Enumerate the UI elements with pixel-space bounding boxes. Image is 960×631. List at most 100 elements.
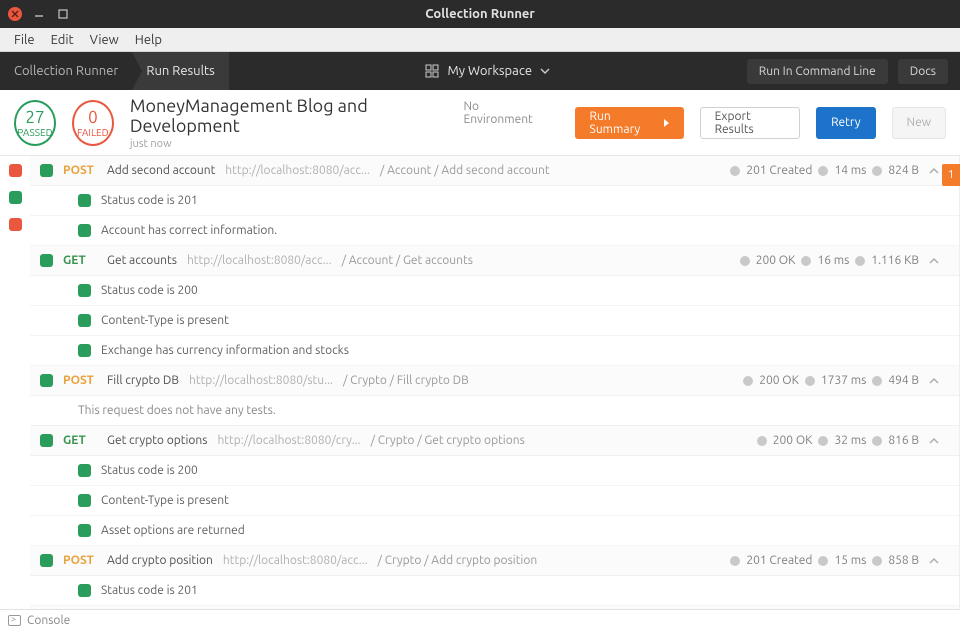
request-path: / Crypto / Add crypto position [378, 554, 721, 567]
test-name: Status code is 200 [101, 464, 198, 477]
run-summary-label: Run Summary [590, 110, 656, 136]
request-path: / Crypto / Get crypto options [371, 434, 747, 447]
meta-dot-icon [805, 376, 815, 386]
run-summary-header: 27 PASSED 0 FAILED MoneyManagement Blog … [0, 90, 960, 156]
status-square-icon [40, 164, 53, 177]
test-row: Status code is 200 [30, 276, 959, 306]
request-meta: 200 OK32 ms816 B [757, 434, 919, 447]
status-square-icon [78, 584, 91, 597]
maximize-icon[interactable] [56, 7, 70, 21]
menu-edit[interactable]: Edit [43, 33, 82, 47]
test-name: Content-Type is present [101, 494, 229, 507]
test-row: Status code is 201 [30, 186, 959, 216]
request-name: Get accounts [107, 254, 177, 267]
new-button[interactable]: New [892, 107, 947, 139]
collapse-toggle[interactable] [929, 256, 949, 266]
iteration-rail [0, 156, 30, 609]
request-path: / Account / Get accounts [342, 254, 730, 267]
test-name: Asset options are returned [101, 524, 245, 537]
workspace-selector[interactable]: My Workspace [229, 64, 747, 78]
no-tests-message: This request does not have any tests. [30, 396, 959, 426]
request-name: Get crypto options [107, 434, 207, 447]
status-square-icon [40, 434, 53, 447]
request-row[interactable]: POST Add crypto position http://localhost:… [30, 546, 959, 576]
request-meta: 200 OK1737 ms494 B [743, 374, 919, 387]
meta-dot-icon [872, 376, 882, 386]
request-name: Add second account [107, 164, 215, 177]
status-square-icon [78, 224, 91, 237]
collapse-toggle[interactable] [929, 556, 949, 566]
top-nav: Collection Runner Run Results My Workspa… [0, 52, 960, 90]
iteration-marker[interactable] [9, 164, 22, 177]
console-footer[interactable]: Console [0, 609, 960, 631]
test-row: Status code is 201 [30, 576, 959, 606]
http-method: POST [63, 554, 97, 567]
iteration-marker[interactable] [9, 218, 22, 231]
breadcrumb-runner[interactable]: Collection Runner [0, 52, 132, 90]
retry-button[interactable]: Retry [816, 107, 875, 139]
os-titlebar: Collection Runner [0, 0, 960, 28]
run-commandline-button[interactable]: Run In Command Line [747, 59, 888, 84]
request-row[interactable]: GETGet accountshttp://localhost:8080/acc… [30, 246, 959, 276]
status-square-icon [78, 524, 91, 537]
meta-dot-icon [818, 166, 828, 176]
meta-dot-icon [872, 166, 882, 176]
iteration-side-tab[interactable]: 1 [942, 164, 960, 186]
http-method: GET [63, 434, 97, 447]
status-square-icon [40, 254, 53, 267]
menu-view[interactable]: View [82, 33, 127, 47]
export-results-button[interactable]: Export Results [700, 107, 801, 139]
meta-dot-icon [801, 256, 811, 266]
status-square-icon [78, 464, 91, 477]
test-row: Exchange has currency information and st… [30, 336, 959, 366]
menu-file[interactable]: File [6, 33, 43, 47]
request-row[interactable]: POSTFill crypto DBhttp://localhost:8080/… [30, 366, 959, 396]
results-panel: POST Add second account http://localhost:8… [30, 156, 960, 609]
request-path: / Account / Add second account [380, 164, 720, 177]
failed-count: 0 [88, 108, 98, 127]
chevron-down-icon [540, 66, 550, 76]
test-row: Asset options are returned [30, 516, 959, 546]
failed-label: FAILED [77, 127, 109, 138]
passed-counter: 27 PASSED [14, 100, 56, 146]
iteration-marker[interactable] [9, 191, 22, 204]
passed-count: 27 [25, 108, 44, 127]
request-meta: 201 Created14 ms824 B [730, 164, 919, 177]
meta-dot-icon [855, 256, 865, 266]
meta-dot-icon [730, 556, 740, 566]
meta-dot-icon [757, 436, 767, 446]
arrow-right-icon [664, 119, 669, 127]
minimize-icon[interactable] [32, 7, 46, 21]
http-method: POST [63, 164, 97, 177]
request-url: http://localhost:8080/cry... [217, 434, 360, 447]
test-name: Exchange has currency information and st… [101, 344, 349, 357]
collapse-toggle[interactable] [929, 376, 949, 386]
request-meta: 201 Created15 ms858 B [730, 554, 919, 567]
request-url: http://localhost:8080/stu... [189, 374, 333, 387]
request-row[interactable]: GET Get crypto options http://localhost:80… [30, 426, 959, 456]
workspace-icon [425, 64, 439, 78]
request-row[interactable]: POSTAdd second accounthttp://localhost:8… [30, 156, 959, 186]
meta-dot-icon [872, 436, 882, 446]
collapse-toggle[interactable] [929, 436, 949, 446]
environment-label: No Environment [463, 100, 542, 126]
meta-dot-icon [872, 556, 882, 566]
close-icon[interactable] [8, 7, 22, 21]
run-summary-button[interactable]: Run Summary [575, 107, 684, 139]
breadcrumb-results[interactable]: Run Results [132, 52, 228, 90]
docs-button[interactable]: Docs [898, 59, 948, 84]
run-time: just now [130, 138, 448, 150]
request-name: Fill crypto DB [107, 374, 179, 387]
run-name: MoneyManagement Blog and Development [130, 96, 448, 136]
test-row: Content-Type is present [30, 306, 959, 336]
app-menubar: File Edit View Help [0, 28, 960, 52]
test-name: Content-Type is present [101, 314, 229, 327]
window-title: Collection Runner [0, 7, 960, 21]
request-name: Add crypto position [107, 554, 213, 567]
meta-dot-icon [730, 166, 740, 176]
console-icon [8, 615, 21, 626]
status-square-icon [78, 494, 91, 507]
request-url: http://localhost:8080/acc... [223, 554, 368, 567]
meta-dot-icon [743, 376, 753, 386]
menu-help[interactable]: Help [127, 33, 170, 47]
